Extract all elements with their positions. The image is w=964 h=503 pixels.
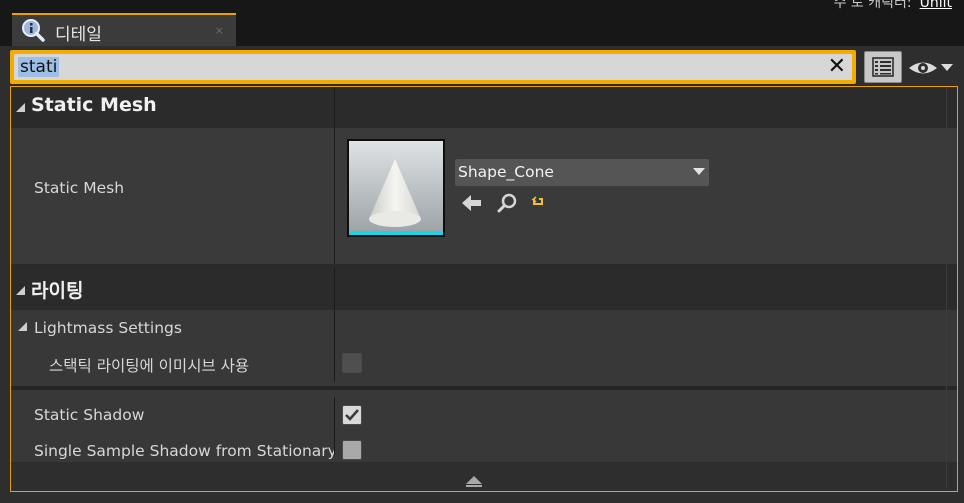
search-box[interactable]: stati ✕ — [10, 50, 856, 84]
top-right-link[interactable]: Unlit — [920, 0, 952, 11]
eye-icon — [909, 62, 953, 74]
checkbox-single-sample-shadow[interactable] — [342, 440, 362, 460]
category-title: Static Mesh — [31, 94, 157, 116]
column-divider[interactable] — [334, 268, 335, 310]
checkmark-icon — [345, 409, 359, 421]
chevron-down-icon — [693, 168, 705, 175]
checkbox-static-shadow[interactable] — [342, 405, 362, 425]
collapse-triangle-icon[interactable] — [18, 322, 27, 331]
property-rows-shadow: Static Shadow Single Sample Shadow from … — [11, 390, 957, 462]
tab-close-icon[interactable]: × — [215, 24, 224, 37]
grid-list-icon — [872, 57, 894, 77]
details-property-grid: Static Mesh Static Mesh Shape_Cone 라이팅 L… — [10, 86, 958, 492]
top-right-text: 수 로 캐릭터: — [833, 0, 912, 11]
clear-search-icon[interactable]: ✕ — [828, 56, 846, 78]
property-label: Static Mesh — [34, 179, 125, 197]
category-static-mesh[interactable]: Static Mesh — [11, 87, 957, 128]
category-lighting[interactable]: 라이팅 — [11, 268, 957, 310]
use-selected-arrow-icon[interactable] — [460, 193, 484, 213]
subcategory-lightmass: Lightmass Settings 스택틱 라이팅에 이미시브 사용 — [11, 310, 957, 386]
browse-magnifier-icon[interactable] — [497, 193, 519, 213]
tab-strip: 수 로 캐릭터: Unlit 디테일 × — [0, 0, 964, 46]
category-title: 라이팅 — [31, 280, 84, 302]
scroll-footer — [11, 462, 957, 491]
visibility-options-button[interactable] — [908, 55, 958, 81]
details-magnifier-icon — [22, 19, 45, 42]
column-divider[interactable] — [334, 128, 335, 264]
scrollbar-track[interactable] — [946, 88, 947, 488]
tab-details[interactable]: 디테일 × — [12, 13, 236, 46]
top-right-caption: 수 로 캐릭터: Unlit — [834, 0, 952, 12]
reset-to-default-icon[interactable] — [531, 195, 547, 211]
column-divider[interactable] — [334, 87, 335, 128]
column-divider[interactable] — [334, 310, 335, 382]
collapse-triangle-icon[interactable] — [16, 103, 25, 112]
view-options-button[interactable] — [864, 51, 902, 83]
collapse-triangle-icon[interactable] — [16, 286, 25, 295]
cone-thumbnail-icon — [349, 141, 443, 235]
checkbox-use-emissive-for-static-lighting[interactable] — [342, 353, 362, 373]
property-label: Single Sample Shadow from Stationary Lig… — [34, 442, 334, 460]
asset-picker-combo[interactable]: Shape_Cone — [455, 159, 709, 186]
property-label: Static Shadow — [34, 406, 145, 424]
subcategory-title[interactable]: Lightmass Settings — [34, 319, 182, 337]
scroll-up-icon[interactable] — [466, 476, 482, 484]
asset-thumbnail[interactable] — [347, 139, 445, 237]
search-input[interactable]: stati — [18, 57, 60, 77]
property-row-static-mesh: Static Mesh — [11, 128, 957, 264]
property-label: 스택틱 라이팅에 이미시브 사용 — [49, 357, 250, 375]
search-field[interactable]: stati ✕ — [14, 54, 852, 80]
column-divider[interactable] — [334, 397, 335, 455]
tab-title: 디테일 — [55, 25, 102, 45]
asset-name: Shape_Cone — [458, 163, 554, 181]
scroll-up-bar — [466, 485, 482, 487]
